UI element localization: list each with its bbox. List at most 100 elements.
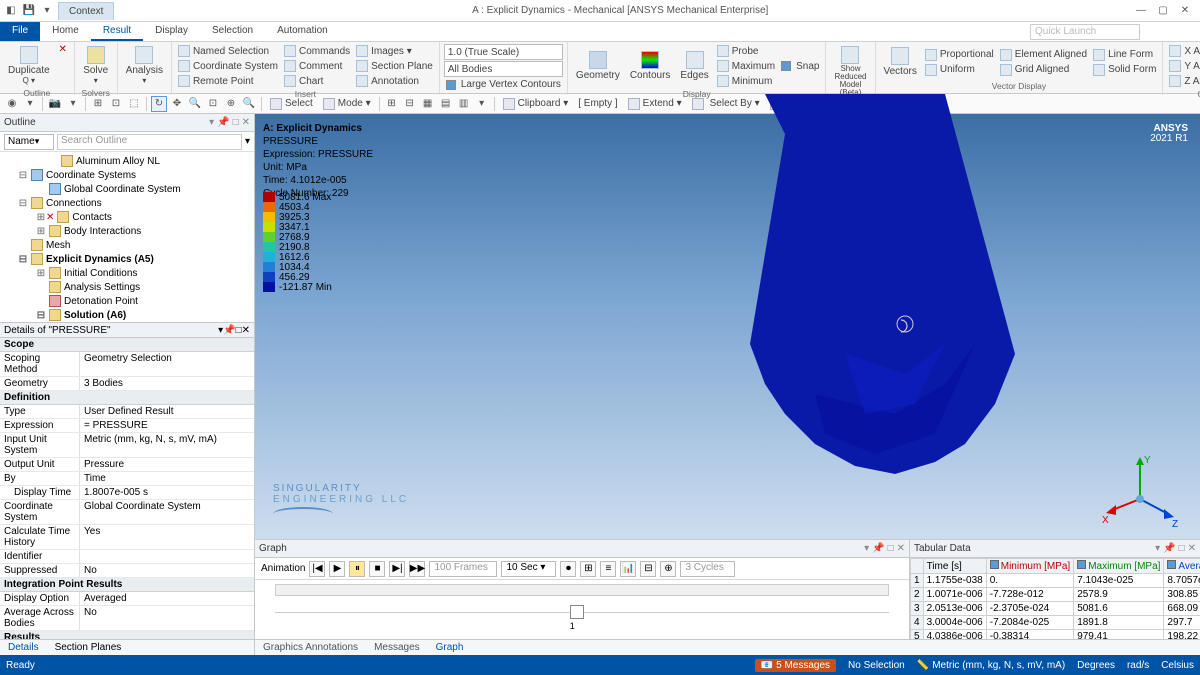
- table-row[interactable]: 54.0386e-006-0.38314979.41198.22: [911, 630, 1200, 640]
- tb-icon[interactable]: ◉: [4, 96, 20, 112]
- slider-thumb[interactable]: [570, 605, 584, 619]
- tab-details[interactable]: Details: [0, 641, 47, 654]
- fit-icon[interactable]: ⊕: [223, 96, 239, 112]
- maximize-icon[interactable]: ▢: [1156, 5, 1170, 16]
- graphics-viewport[interactable]: A: Explicit Dynamics PRESSURE Expression…: [255, 114, 1200, 539]
- tab-graphics-ann[interactable]: Graphics Annotations: [255, 641, 366, 654]
- tree-node[interactable]: ⊞Initial Conditions: [0, 266, 254, 280]
- probe-button[interactable]: Probe: [715, 44, 777, 58]
- details-cat-res[interactable]: Results: [0, 631, 254, 639]
- anim-stop-icon[interactable]: ■: [369, 561, 385, 577]
- details-cat-scope[interactable]: Scope: [0, 338, 254, 352]
- mode-button[interactable]: Mode ▾: [319, 98, 375, 110]
- quick-launch-input[interactable]: Quick Launch: [1030, 24, 1140, 40]
- table-row[interactable]: 43.0004e-006-7.2084e-0251891.8297.7: [911, 616, 1200, 630]
- status-temp[interactable]: Celsius: [1161, 660, 1194, 671]
- camera-icon[interactable]: 📷: [47, 96, 63, 112]
- delete-icon[interactable]: ✕: [56, 44, 70, 87]
- table-row[interactable]: 21.0071e-006-7.728e-0122578.9308.85: [911, 588, 1200, 602]
- tb-icon[interactable]: ⊡: [108, 96, 124, 112]
- table-row[interactable]: 11.1755e-0380.7.1043e-0258.7057e-027: [911, 574, 1200, 588]
- col-min[interactable]: Minimum [MPa]: [986, 559, 1073, 574]
- images-button[interactable]: Images ▾: [354, 44, 435, 58]
- tab-home[interactable]: Home: [40, 22, 91, 41]
- contours-button[interactable]: Contours: [626, 44, 675, 88]
- tab-file[interactable]: File: [0, 22, 40, 41]
- tab-display[interactable]: Display: [143, 22, 200, 41]
- anim-icon[interactable]: 📊: [620, 561, 636, 577]
- anim-icon[interactable]: ⊕: [660, 561, 676, 577]
- frames-combo[interactable]: 100 Frames: [429, 561, 497, 577]
- elem-aligned-button[interactable]: Element Aligned: [998, 48, 1089, 62]
- graph-scrollbar[interactable]: [275, 584, 889, 596]
- filter-combo[interactable]: Name ▾: [4, 134, 54, 150]
- clipboard-button[interactable]: Clipboard ▾: [499, 98, 573, 110]
- anim-icon[interactable]: ⊞: [580, 561, 596, 577]
- anim-next-icon[interactable]: ▶|: [389, 561, 405, 577]
- edges-button[interactable]: Edges: [676, 44, 712, 88]
- tab-automation[interactable]: Automation: [265, 22, 340, 41]
- tb-icon[interactable]: ▦: [420, 96, 436, 112]
- section-plane-button[interactable]: Section Plane: [354, 59, 435, 73]
- tree-node-solution[interactable]: ⊟Solution (A6): [0, 308, 254, 322]
- col-max[interactable]: Maximum [MPa]: [1074, 559, 1164, 574]
- proportional-button[interactable]: Proportional: [923, 48, 996, 62]
- tree-node[interactable]: ⊟Connections: [0, 196, 254, 210]
- pin-icon[interactable]: 📌: [217, 117, 229, 128]
- tab-section-planes[interactable]: Section Planes: [47, 641, 130, 654]
- line-form-button[interactable]: Line Form: [1091, 48, 1158, 62]
- tree-node[interactable]: Detonation Point: [0, 294, 254, 308]
- tree-node[interactable]: ⊟Coordinate Systems: [0, 168, 254, 182]
- zoom-box-icon[interactable]: ⊡: [205, 96, 221, 112]
- grid-aligned-button[interactable]: Grid Aligned: [998, 63, 1089, 77]
- large-vertex-check[interactable]: Large Vertex Contours: [444, 78, 563, 91]
- tb-icon[interactable]: 🔍: [241, 96, 257, 112]
- rotate-icon[interactable]: ↻: [151, 96, 167, 112]
- qat-menu-icon[interactable]: ▾: [40, 4, 54, 18]
- tabular-grid[interactable]: Time [s] Minimum [MPa] Maximum [MPa] Ave…: [910, 558, 1200, 639]
- x-axis-button[interactable]: X Axis: [1167, 44, 1200, 58]
- named-selection-button[interactable]: Named Selection: [176, 44, 280, 58]
- status-units[interactable]: 📏 Metric (mm, kg, N, s, mV, mA): [917, 660, 1065, 671]
- anim-prev-icon[interactable]: |◀: [309, 561, 325, 577]
- tb-icon[interactable]: ⊞: [90, 96, 106, 112]
- tree-node[interactable]: ⊞Body Interactions: [0, 224, 254, 238]
- status-degrees[interactable]: Degrees: [1077, 660, 1115, 671]
- sec-combo[interactable]: 10 Sec ▾: [501, 561, 556, 577]
- tree-node[interactable]: ⊞✕Contacts: [0, 210, 254, 224]
- minimize-icon[interactable]: —: [1134, 5, 1148, 16]
- zoom-icon[interactable]: 🔍: [187, 96, 203, 112]
- solve-button[interactable]: Solve▾: [79, 44, 113, 87]
- tab-messages[interactable]: Messages: [366, 641, 428, 654]
- outline-tree[interactable]: Aluminum Alloy NL ⊟Coordinate Systems Gl…: [0, 152, 254, 322]
- close-icon[interactable]: ✕: [1178, 5, 1192, 16]
- pin-icon[interactable]: 📌: [223, 325, 235, 336]
- duplicate-button[interactable]: DuplicateQ ▾: [4, 44, 54, 87]
- tb-icon[interactable]: ⊟: [402, 96, 418, 112]
- snap-check[interactable]: Snap: [779, 60, 821, 73]
- remote-point-button[interactable]: Remote Point: [176, 74, 280, 88]
- pan-icon[interactable]: ✥: [169, 96, 185, 112]
- chart-button[interactable]: Chart: [282, 74, 352, 88]
- status-rad[interactable]: rad/s: [1127, 660, 1149, 671]
- tab-selection[interactable]: Selection: [200, 22, 265, 41]
- min-button[interactable]: Minimum: [715, 74, 777, 88]
- tb-icon[interactable]: ⊞: [384, 96, 400, 112]
- axis-triad[interactable]: Y X Z: [1100, 449, 1180, 529]
- geometry-button[interactable]: Geometry: [572, 44, 624, 88]
- tab-result[interactable]: Result: [91, 22, 143, 41]
- tree-node-explicit[interactable]: ⊟Explicit Dynamics (A5): [0, 252, 254, 266]
- coord-system-button[interactable]: Coordinate System: [176, 59, 280, 73]
- annotation-button[interactable]: Annotation: [354, 74, 435, 88]
- select-button[interactable]: Select: [266, 98, 317, 110]
- search-outline-input[interactable]: Search Outline: [57, 134, 242, 150]
- comment-button[interactable]: Comment: [282, 59, 352, 73]
- clear-icon[interactable]: ▾: [245, 136, 250, 147]
- details-cat-def[interactable]: Definition: [0, 391, 254, 405]
- max-button[interactable]: Maximum: [715, 59, 777, 73]
- table-row[interactable]: 32.0513e-006-2.3705e-0245081.6668.09: [911, 602, 1200, 616]
- panel-close-icon[interactable]: ✕: [242, 117, 250, 128]
- tab-graph[interactable]: Graph: [428, 641, 472, 654]
- uniform-button[interactable]: Uniform: [923, 63, 996, 77]
- z-axis-button[interactable]: Z Axis: [1167, 74, 1200, 88]
